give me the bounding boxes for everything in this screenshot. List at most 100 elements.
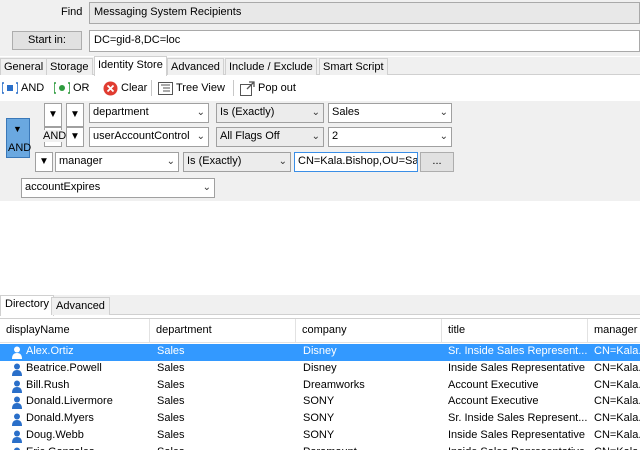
- cell-displayname: Bill.Rush: [26, 378, 70, 391]
- row-operator-dropdown[interactable]: ▼: [44, 103, 62, 127]
- attribute-dropdown[interactable]: department ⌄: [89, 103, 209, 123]
- table-row[interactable]: Eric.GonzalesSales Paramount Inside Sales …: [0, 445, 640, 450]
- tab-identity-store[interactable]: Identity Store: [94, 56, 167, 76]
- tab-smart-script[interactable]: Smart Script: [319, 58, 388, 75]
- value-input[interactable]: CN=Kala.Bishop,OU=Sale: [294, 152, 418, 172]
- or-button[interactable]: OR: [54, 80, 90, 96]
- tab-advanced[interactable]: Advanced: [167, 58, 224, 75]
- cell-department: Sales: [157, 446, 297, 450]
- condition-dropdown[interactable]: All Flags Off ⌄: [216, 127, 324, 147]
- attribute-dropdown[interactable]: manager ⌄: [55, 152, 179, 172]
- cell-displayname: Donald.Myers: [26, 412, 94, 425]
- column-header-displayname[interactable]: displayName: [0, 319, 150, 343]
- column-header-manager[interactable]: manager: [588, 319, 640, 343]
- cell-company: Paramount: [303, 446, 443, 450]
- tab-advanced-results[interactable]: Advanced: [51, 297, 110, 315]
- cell-company: Dreamworks: [303, 378, 365, 391]
- table-row[interactable]: Doug.Webb Sales SONY Inside Sales Represent…: [0, 428, 640, 445]
- condition-dropdown[interactable]: Is (Exactly) ⌄: [216, 103, 324, 123]
- clear-button-label: Clear: [121, 82, 148, 94]
- condition-value: All Flags Off: [220, 130, 280, 142]
- cell-manager: CN=Kala.I: [594, 412, 640, 425]
- cell-department: Sales: [157, 412, 185, 425]
- cell-displayname: Alex.Ortiz: [26, 345, 74, 357]
- column-header-title[interactable]: title: [442, 319, 588, 343]
- criteria-toolbar: AND OR Clear Tree View Pop out: [0, 76, 640, 100]
- column-header-company[interactable]: company: [296, 319, 442, 343]
- cell-company: SONY: [303, 429, 335, 441]
- cell-company: SONY: [303, 412, 335, 425]
- row-menu-button[interactable]: ▼: [66, 103, 84, 127]
- user-icon: [12, 413, 22, 427]
- condition-dropdown[interactable]: Is (Exactly) ⌄: [183, 152, 291, 172]
- value-dropdown[interactable]: Sales ⌄: [328, 103, 452, 123]
- chevron-down-icon: ⌄: [202, 182, 211, 193]
- cell-manager: CN=Kala.I: [594, 378, 640, 391]
- chevron-down-icon: ⌄: [196, 107, 205, 118]
- cell-company: Disney: [303, 361, 337, 374]
- clear-icon: [103, 81, 118, 95]
- column-header-department[interactable]: department: [150, 319, 296, 343]
- chevron-down-icon: ⌄: [196, 131, 205, 142]
- table-row[interactable]: Beatrice.Powell Sales Disney Inside Sales R…: [0, 361, 640, 378]
- group-operator-button[interactable]: ▼ AND: [6, 118, 32, 158]
- browse-button[interactable]: ...: [420, 152, 454, 172]
- new-attribute-value: accountExpires: [25, 181, 101, 193]
- tree-view-label: Tree View: [176, 82, 225, 94]
- tab-general[interactable]: General: [0, 58, 48, 75]
- new-attribute-dropdown[interactable]: accountExpires ⌄: [21, 178, 215, 198]
- cell-title: Inside Sales Representative: [448, 429, 585, 441]
- find-field[interactable]: Messaging System Recipients: [89, 2, 640, 24]
- cell-title: Inside Sales Representative: [448, 446, 588, 450]
- row-menu-button[interactable]: ▼: [35, 152, 53, 172]
- cell-department: Sales: [157, 395, 185, 408]
- tree-view-button[interactable]: Tree View: [158, 80, 225, 96]
- condition-value: Is (Exactly): [187, 155, 242, 167]
- and-button[interactable]: AND: [2, 80, 44, 96]
- criteria-value: 2: [332, 130, 339, 142]
- chevron-down-icon: ▼: [13, 124, 22, 134]
- value-dropdown[interactable]: 2 ⌄: [328, 127, 452, 147]
- start-in-field[interactable]: DC=gid-8,DC=loc: [89, 30, 640, 52]
- attribute-value: department: [93, 106, 149, 118]
- tab-directory[interactable]: Directory: [0, 295, 55, 316]
- group-operator-label: AND: [8, 142, 32, 154]
- cell-company: SONY: [303, 395, 335, 408]
- cell-department: Sales: [157, 378, 185, 391]
- cell-title: Account Executive: [448, 378, 539, 391]
- start-in-button[interactable]: Start in:: [12, 31, 82, 50]
- pop-out-label: Pop out: [258, 82, 296, 94]
- find-label: Find: [61, 6, 83, 18]
- and-button-label: AND: [21, 82, 45, 94]
- pop-out-button[interactable]: Pop out: [240, 80, 296, 96]
- cell-manager: CN=Kala.I: [594, 395, 640, 408]
- user-icon: [12, 380, 22, 393]
- clear-button[interactable]: Clear: [103, 80, 147, 96]
- or-button-label: OR: [73, 82, 90, 94]
- pop-out-icon: [240, 80, 255, 96]
- chevron-down-icon: ⌄: [166, 156, 175, 167]
- table-row[interactable]: Donald.Livermore Sales SONY Account Executi…: [0, 394, 640, 411]
- tree-view-icon: [158, 81, 173, 95]
- cell-department: Sales: [157, 345, 185, 357]
- condition-value: Is (Exactly): [220, 106, 275, 118]
- table-row[interactable]: Bill.Rush Sales Dreamworks Account Executiv…: [0, 378, 640, 395]
- toolbar-separator: [233, 80, 234, 96]
- chevron-down-icon: ⌄: [439, 107, 448, 118]
- chevron-down-icon: ⌄: [311, 107, 320, 118]
- attribute-dropdown[interactable]: userAccountControl ⌄: [89, 127, 209, 147]
- tab-storage[interactable]: Storage: [46, 58, 93, 75]
- table-row[interactable]: Donald.Myers Sales SONY Sr. Inside Sales Re…: [0, 411, 640, 428]
- cell-title: Account Executive: [448, 395, 539, 408]
- row-menu-button[interactable]: ▼: [66, 127, 84, 147]
- toolbar-separator: [151, 80, 152, 96]
- cell-manager: CN=Kala.I: [594, 446, 640, 450]
- user-icon: [12, 396, 22, 410]
- tab-include-exclude[interactable]: Include / Exclude: [225, 58, 317, 75]
- and-icon: [2, 82, 18, 94]
- criteria-value: Sales: [332, 106, 360, 118]
- cell-title: Inside Sales Representative: [448, 361, 585, 374]
- cell-manager: CN=Kala.I: [594, 429, 640, 441]
- results-tab-strip: Directory Advanced: [0, 295, 640, 316]
- table-row[interactable]: Alex.Ortiz Sales Disney Sr. Inside Sales Re…: [0, 344, 640, 361]
